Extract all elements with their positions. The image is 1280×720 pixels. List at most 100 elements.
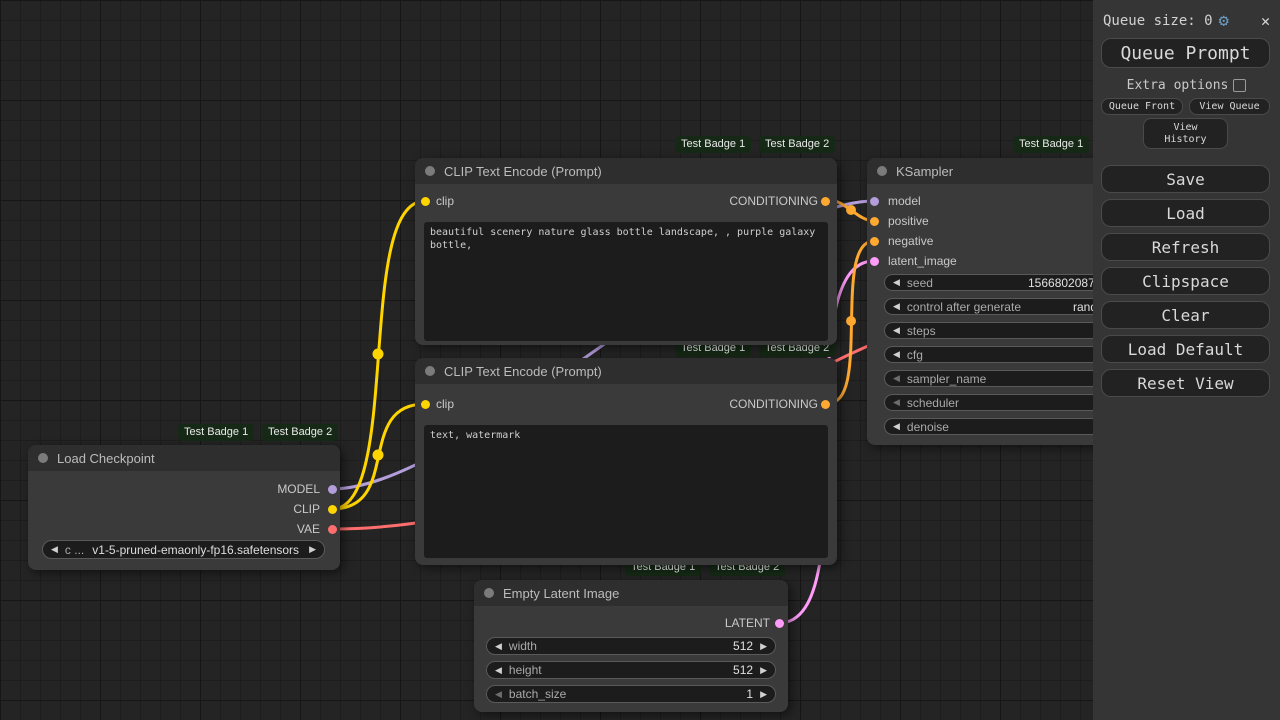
increment-arrow-icon[interactable]: ▶ (760, 641, 767, 651)
queue-front-button[interactable]: Queue Front (1101, 98, 1183, 115)
widget-label: sampler_name (906, 371, 987, 386)
widget-label: batch_size (508, 687, 567, 701)
increment-arrow-icon[interactable]: ▶ (760, 689, 767, 699)
decrement-arrow-icon[interactable]: ◀ (495, 641, 502, 651)
widget-label: control after generate (906, 299, 1021, 314)
decrement-arrow-icon[interactable]: ◀ (893, 422, 900, 431)
input-slot-model[interactable] (869, 196, 879, 206)
output-slot-vae[interactable] (327, 524, 337, 534)
output-slot-conditioning[interactable] (820, 196, 830, 206)
node-badge: Test Badge 2 (759, 136, 836, 153)
widget-ckpt-name[interactable]: ◀ c ... v1-5-pruned-emaonly-fp16.safeten… (42, 540, 325, 559)
widget-value: v1-5-pruned-emaonly-fp16.safetensors (92, 542, 300, 557)
input-slot-label: negative (888, 234, 934, 248)
input-slot-label: model (888, 194, 921, 208)
save-button[interactable]: Save (1101, 165, 1270, 193)
node-graph-canvas[interactable]: Test Badge 1 Test Badge 2 Test Badge 1 T… (0, 0, 1280, 720)
node-title-bar[interactable]: CLIP Text Encode (Prompt) (415, 158, 837, 184)
input-slot-clip[interactable] (420, 196, 430, 206)
node-title-bar[interactable]: Load Checkpoint (28, 445, 340, 471)
widget-label: denoise (906, 419, 949, 434)
link-midpoint-dot (846, 316, 856, 326)
output-slot-latent[interactable] (774, 618, 784, 628)
node-badge: Test Badge 1 (1013, 136, 1090, 153)
prev-option-arrow-icon[interactable]: ◀ (51, 545, 58, 554)
node-title-bar[interactable]: Empty Latent Image (474, 580, 788, 606)
node-title: KSampler (896, 163, 954, 179)
input-slot-latent-image[interactable] (869, 256, 879, 266)
decrement-arrow-icon[interactable]: ◀ (495, 689, 502, 699)
collapse-dot-icon[interactable] (425, 366, 435, 376)
link-midpoint-dot (372, 348, 384, 360)
widget-value: 1 (746, 687, 754, 701)
link-midpoint-dot (372, 449, 384, 461)
widget-height[interactable]: ◀ height 512 ▶ (486, 661, 776, 679)
close-icon[interactable]: ✕ (1261, 13, 1270, 29)
queue-prompt-button[interactable]: Queue Prompt (1101, 38, 1270, 68)
clipspace-button[interactable]: Clipspace (1101, 267, 1270, 295)
output-slot-clip[interactable] (327, 504, 337, 514)
node-load-checkpoint[interactable]: Load Checkpoint MODEL CLIP VAE ◀ c ... v… (28, 445, 340, 570)
output-slot-label: MODEL (277, 482, 320, 496)
collapse-dot-icon[interactable] (425, 166, 435, 176)
view-history-button[interactable]: View History (1143, 118, 1228, 149)
node-badge: Test Badge 1 (178, 424, 255, 441)
extra-options-label: Extra options (1126, 77, 1229, 93)
input-slot-label: latent_image (888, 254, 957, 268)
input-slot-label: positive (888, 214, 929, 228)
node-title-bar[interactable]: CLIP Text Encode (Prompt) (415, 358, 837, 384)
settings-gear-icon[interactable]: ⚙ (1219, 12, 1229, 30)
widget-value: 512 (733, 663, 754, 677)
reset-view-button[interactable]: Reset View (1101, 369, 1270, 397)
increment-arrow-icon[interactable]: ▶ (760, 665, 767, 675)
load-button[interactable]: Load (1101, 199, 1270, 227)
node-title: Empty Latent Image (503, 585, 620, 601)
decrement-arrow-icon[interactable]: ◀ (893, 326, 900, 335)
node-title: CLIP Text Encode (Prompt) (444, 363, 602, 379)
prompt-textarea[interactable]: beautiful scenery nature glass bottle la… (424, 222, 828, 341)
decrement-arrow-icon[interactable]: ◀ (893, 278, 900, 287)
decrement-arrow-icon[interactable]: ◀ (893, 302, 900, 311)
output-slot-label: CONDITIONING (729, 194, 818, 208)
view-queue-button[interactable]: View Queue (1189, 98, 1270, 115)
widget-label: cfg (906, 347, 923, 362)
wire-clip-1 (330, 199, 427, 511)
node-clip-text-encode-positive[interactable]: CLIP Text Encode (Prompt) clip CONDITION… (415, 158, 837, 345)
output-slot-model[interactable] (327, 484, 337, 494)
collapse-dot-icon[interactable] (484, 588, 494, 598)
widget-value: 512 (733, 639, 754, 653)
decrement-arrow-icon[interactable]: ◀ (495, 665, 502, 675)
link-midpoint-dot (846, 205, 856, 215)
load-default-button[interactable]: Load Default (1101, 335, 1270, 363)
node-clip-text-encode-negative[interactable]: CLIP Text Encode (Prompt) clip CONDITION… (415, 358, 837, 565)
queue-size-label: Queue size: 0 (1103, 13, 1213, 29)
node-title: CLIP Text Encode (Prompt) (444, 163, 602, 179)
widget-label: c ... (64, 542, 85, 557)
widget-batch-size[interactable]: ◀ batch_size 1 ▶ (486, 685, 776, 703)
widget-value: 15668020871 (1028, 275, 1102, 290)
node-title: Load Checkpoint (57, 450, 155, 466)
collapse-dot-icon[interactable] (877, 166, 887, 176)
next-option-arrow-icon[interactable]: ▶ (309, 545, 316, 554)
decrement-arrow-icon[interactable]: ◀ (893, 350, 900, 359)
main-menu-panel: Queue size: 0 ⚙ ✕ Queue Prompt Extra opt… (1093, 0, 1280, 720)
input-slot-positive[interactable] (869, 216, 879, 226)
node-badge: Test Badge 1 (675, 136, 752, 153)
collapse-dot-icon[interactable] (38, 453, 48, 463)
clear-button[interactable]: Clear (1101, 301, 1270, 329)
wire-clip-2 (330, 402, 427, 511)
output-slot-conditioning[interactable] (820, 399, 830, 409)
input-slot-negative[interactable] (869, 236, 879, 246)
decrement-arrow-icon[interactable]: ◀ (893, 398, 900, 407)
refresh-button[interactable]: Refresh (1101, 233, 1270, 261)
extra-options-checkbox[interactable] (1233, 78, 1247, 92)
widget-label: steps (906, 323, 936, 338)
widget-width[interactable]: ◀ width 512 ▶ (486, 637, 776, 655)
output-slot-label: CONDITIONING (729, 397, 818, 411)
output-slot-label: VAE (296, 522, 320, 536)
widget-label: width (508, 639, 537, 653)
input-slot-clip[interactable] (420, 399, 430, 409)
node-empty-latent-image[interactable]: Empty Latent Image LATENT ◀ width 512 ▶ … (474, 580, 788, 712)
prompt-textarea[interactable]: text, watermark (424, 425, 828, 558)
decrement-arrow-icon[interactable]: ◀ (893, 374, 900, 383)
